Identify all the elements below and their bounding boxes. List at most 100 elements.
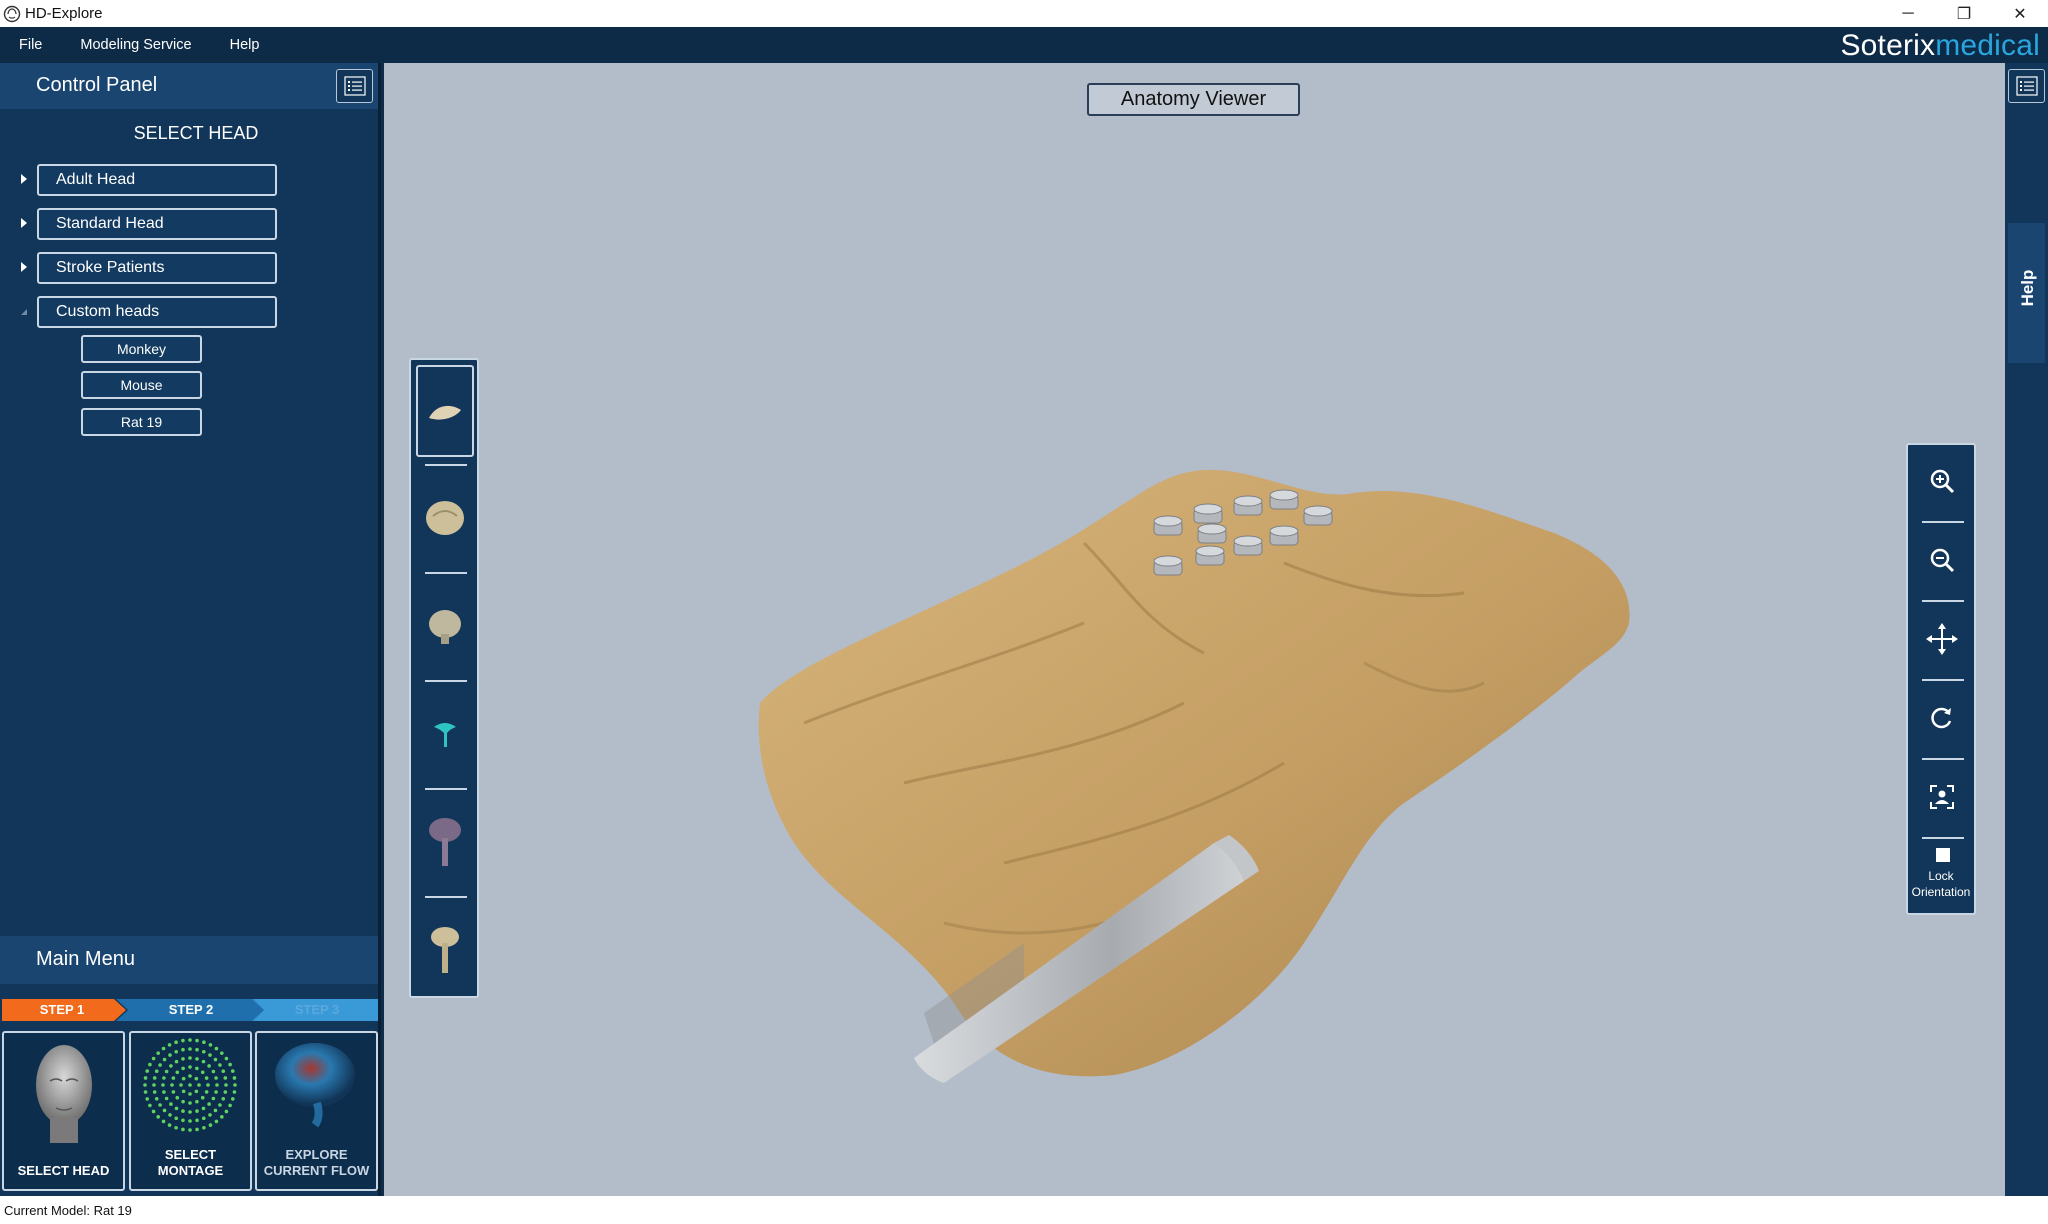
montage-dot [204,1090,209,1094]
close-button[interactable]: ✕ [1992,0,2048,27]
group-adult-head[interactable]: Adult Head [37,164,277,196]
montage-dot [230,1097,235,1101]
restore-button[interactable]: ❐ [1936,0,1992,27]
pan-button[interactable] [1914,609,1970,669]
select-montage-card[interactable]: SELECT MONTAGE [129,1031,252,1191]
zoom-in-icon [1930,469,1955,494]
expand-arrow-icon[interactable] [20,218,28,228]
help-tab[interactable]: Help [2008,223,2045,363]
reset-view-button[interactable] [1914,767,1970,827]
montage-dot [207,1064,211,1068]
montage-dot [181,1118,185,1123]
layer-skull-button[interactable] [416,472,474,564]
explore-caption: EXPLORE CURRENT FLOW [257,1147,376,1179]
lock-orientation-checkbox[interactable] [1936,848,1950,862]
group-stroke-patients[interactable]: Stroke Patients [37,252,277,284]
montage-dot [195,1066,199,1071]
view-divider [1922,758,1964,760]
montage-dot [195,1127,199,1132]
brand-logo-part2: medical [1935,29,2040,62]
montage-dot [188,1065,192,1069]
montage-dot [194,1076,199,1081]
montage-dot [201,1116,206,1121]
montage-dot [201,1106,206,1111]
montage-dot [174,1040,178,1045]
montage-dot [181,1047,185,1052]
montage-dot [228,1103,232,1108]
step-2-label[interactable]: STEP 2 [126,1002,256,1017]
right-panel-menu-button[interactable] [2008,69,2045,103]
collapse-arrow-icon[interactable] [20,306,28,316]
select-head-card[interactable]: SELECT HEAD [2,1031,125,1191]
white-matter-layer-icon [429,818,461,866]
head-option-mouse[interactable]: Mouse [81,371,202,399]
layer-divider [425,788,467,790]
montage-dot [195,1109,199,1113]
view-toolbar: Lock Orientation [1906,443,1976,915]
montage-dots-icon [143,1038,237,1132]
montage-dot [195,1099,199,1104]
explore-current-flow-card[interactable]: EXPLORE CURRENT FLOW [255,1031,378,1191]
montage-dot [148,1103,152,1108]
expand-arrow-icon[interactable] [20,262,28,272]
menu-help[interactable]: Help [230,37,260,53]
montage-dot [145,1097,150,1101]
zoom-in-button[interactable] [1914,451,1970,511]
montage-dot [174,1125,178,1130]
montage-dot [174,1106,179,1111]
head-option-rat-19[interactable]: Rat 19 [81,408,202,436]
group-custom-heads[interactable]: Custom heads [37,296,277,328]
brand-logo: Soterixmedical [1840,29,2040,63]
menu-bar: File Modeling Service Help Soterixmedica… [0,27,2048,63]
montage-dot [152,1083,156,1087]
list-menu-icon [2015,76,2038,96]
group-standard-head[interactable]: Standard Head [37,208,277,240]
list-menu-icon [343,76,366,96]
main-menu-header: Main Menu [0,936,378,984]
anatomy-viewer[interactable]: Anatomy Viewer Lock Orientation [384,63,2005,1196]
rat-head-model[interactable] [384,63,2005,1196]
montage-dot [152,1090,157,1094]
montage-dot [188,1110,192,1114]
view-divider [1922,837,1964,839]
montage-dot [164,1096,169,1101]
layer-skin-button[interactable] [416,365,474,457]
menu-file[interactable]: File [19,37,42,53]
montage-dot [188,1101,192,1105]
layer-divider [425,572,467,574]
montage-dot [181,1109,185,1113]
montage-dot [151,1056,156,1061]
montage-dot [208,1053,212,1057]
montage-dot [213,1108,218,1113]
montage-dot [143,1076,148,1080]
layer-white-matter-button[interactable] [416,796,474,888]
montage-dot [195,1038,199,1043]
layer-divider [425,680,467,682]
control-panel-menu-button[interactable] [336,69,373,103]
montage-dot [175,1070,180,1075]
montage-dot [179,1083,183,1087]
expand-arrow-icon[interactable] [20,174,28,184]
step-1-label[interactable]: STEP 1 [2,1002,122,1017]
menu-modeling-service[interactable]: Modeling Service [80,37,191,53]
zoom-out-button[interactable] [1914,530,1970,590]
skull-layer-icon [426,501,464,535]
rotate-button[interactable] [1914,688,1970,748]
minimize-button[interactable]: ─ [1880,0,1936,27]
view-divider [1922,600,1964,602]
montage-dot [230,1069,235,1073]
layer-brainstem-button[interactable] [416,904,474,996]
montage-dot [188,1092,192,1096]
select-head-caption: SELECT HEAD [17,1163,110,1178]
montage-dot [202,1125,206,1130]
layer-gray-matter-button[interactable] [416,688,474,780]
montage-dot [233,1083,237,1087]
head-option-monkey[interactable]: Monkey [81,335,202,363]
montage-dot [202,1040,206,1045]
montage-dot [224,1109,229,1114]
layer-csf-button[interactable] [416,580,474,672]
montage-dot [218,1063,222,1067]
view-divider [1922,521,1964,523]
step-3-label[interactable]: STEP 3 [256,1002,378,1017]
step-progress: STEP 1 STEP 2 STEP 3 [2,999,378,1021]
